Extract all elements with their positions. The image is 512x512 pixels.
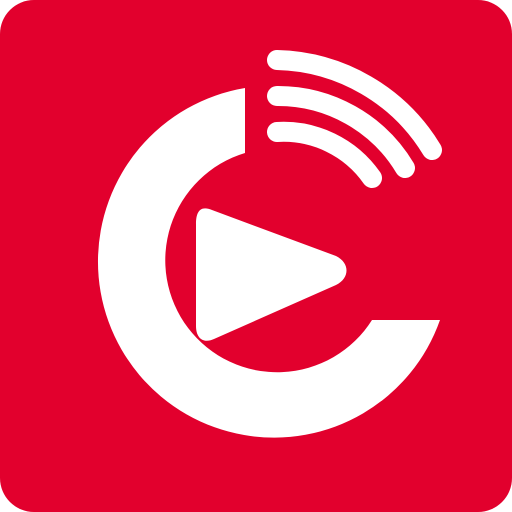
app-icon[interactable] <box>0 0 512 512</box>
app-icon-graphic <box>0 0 512 512</box>
